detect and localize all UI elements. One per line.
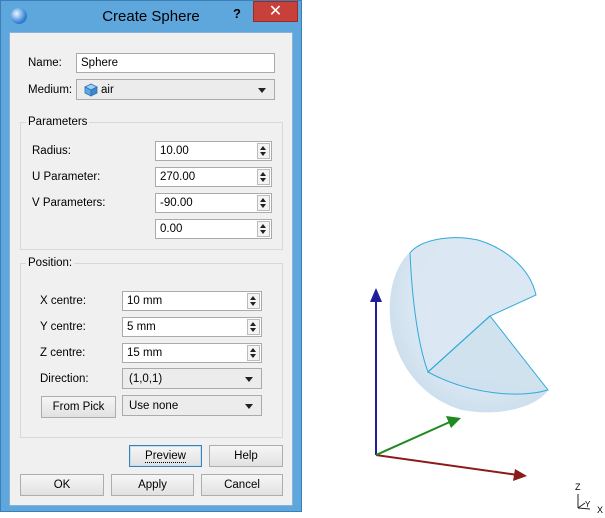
x-axis-line xyxy=(375,454,519,476)
position-group-title: Position: xyxy=(26,257,75,269)
direction-select[interactable]: (1,0,1) xyxy=(122,368,262,389)
spin-arrows-icon[interactable] xyxy=(247,345,260,361)
title-bar[interactable]: Create Sphere ? ✕ xyxy=(1,1,301,32)
spin-arrows-icon[interactable] xyxy=(257,143,270,159)
chevron-down-icon xyxy=(258,88,266,93)
y-centre-spinbox[interactable]: 5 mm xyxy=(122,317,262,337)
cancel-button[interactable]: Cancel xyxy=(201,474,283,496)
v-parameter-start-value: -90.00 xyxy=(160,197,193,209)
u-parameter-spinbox[interactable]: 270.00 xyxy=(155,167,272,187)
pick-mode-select[interactable]: Use none xyxy=(122,395,262,416)
direction-label: Direction: xyxy=(40,373,89,385)
apply-button[interactable]: Apply xyxy=(111,474,194,496)
name-label: Name: xyxy=(28,57,62,69)
ok-button[interactable]: OK xyxy=(20,474,104,496)
z-centre-spinbox[interactable]: 15 mm xyxy=(122,343,262,363)
radius-value: 10.00 xyxy=(160,145,189,157)
x-centre-value: 10 mm xyxy=(127,295,163,307)
z-centre-label: Z centre: xyxy=(40,347,86,359)
spin-arrows-icon[interactable] xyxy=(247,319,260,335)
name-input[interactable]: Sphere xyxy=(76,53,275,73)
pick-mode-value: Use none xyxy=(129,400,179,412)
spin-arrows-icon[interactable] xyxy=(247,293,260,309)
y-centre-label: Y centre: xyxy=(40,321,86,333)
chevron-down-icon xyxy=(245,404,253,409)
medium-value: air xyxy=(101,84,114,96)
parameters-group-title: Parameters xyxy=(26,116,90,128)
x-centre-label: X centre: xyxy=(40,295,87,307)
3d-viewport[interactable]: Z Y X xyxy=(302,0,605,515)
y-axis-line xyxy=(375,420,453,456)
scene-canvas: Z Y X xyxy=(370,237,603,515)
triad-z-label: Z xyxy=(575,482,581,492)
v-parameter-start-spinbox[interactable]: -90.00 xyxy=(155,193,272,213)
triad-y-line xyxy=(577,502,586,509)
dialog-body: Name: Sphere Medium: air Parameters Radi… xyxy=(9,32,293,506)
radius-spinbox[interactable]: 10.00 xyxy=(155,141,272,161)
create-sphere-dialog: Create Sphere ? ✕ Name: Sphere Medium: a… xyxy=(0,0,302,512)
preview-button-label: Preview xyxy=(145,450,186,463)
preview-button[interactable]: Preview xyxy=(129,445,202,467)
v-parameters-label: V Parameters: xyxy=(32,197,106,209)
z-axis-arrow-icon xyxy=(370,288,382,302)
chevron-down-icon xyxy=(245,377,253,382)
triad-y-label: Y xyxy=(585,500,591,509)
v-parameter-end-spinbox[interactable]: 0.00 xyxy=(155,219,272,239)
v-parameter-end-value: 0.00 xyxy=(160,223,183,235)
medium-label: Medium: xyxy=(28,84,73,96)
z-centre-value: 15 mm xyxy=(127,347,163,359)
close-button[interactable]: ✕ xyxy=(253,1,298,22)
help-question-button[interactable]: ? xyxy=(228,4,246,24)
u-parameter-value: 270.00 xyxy=(160,171,196,183)
direction-value: (1,0,1) xyxy=(129,373,163,385)
from-pick-button[interactable]: From Pick xyxy=(41,396,116,418)
medium-select[interactable]: air xyxy=(76,79,275,100)
cube-icon xyxy=(84,83,98,97)
x-centre-spinbox[interactable]: 10 mm xyxy=(122,291,262,311)
spin-arrows-icon[interactable] xyxy=(257,195,270,211)
spin-arrows-icon[interactable] xyxy=(257,169,270,185)
help-button[interactable]: Help xyxy=(209,445,283,467)
triad-x-label: X xyxy=(597,505,603,515)
spin-arrows-icon[interactable] xyxy=(257,221,270,237)
u-parameter-label: U Parameter: xyxy=(32,171,101,183)
radius-label: Radius: xyxy=(32,145,71,157)
x-axis-arrow-icon xyxy=(513,469,527,481)
y-centre-value: 5 mm xyxy=(127,321,156,333)
